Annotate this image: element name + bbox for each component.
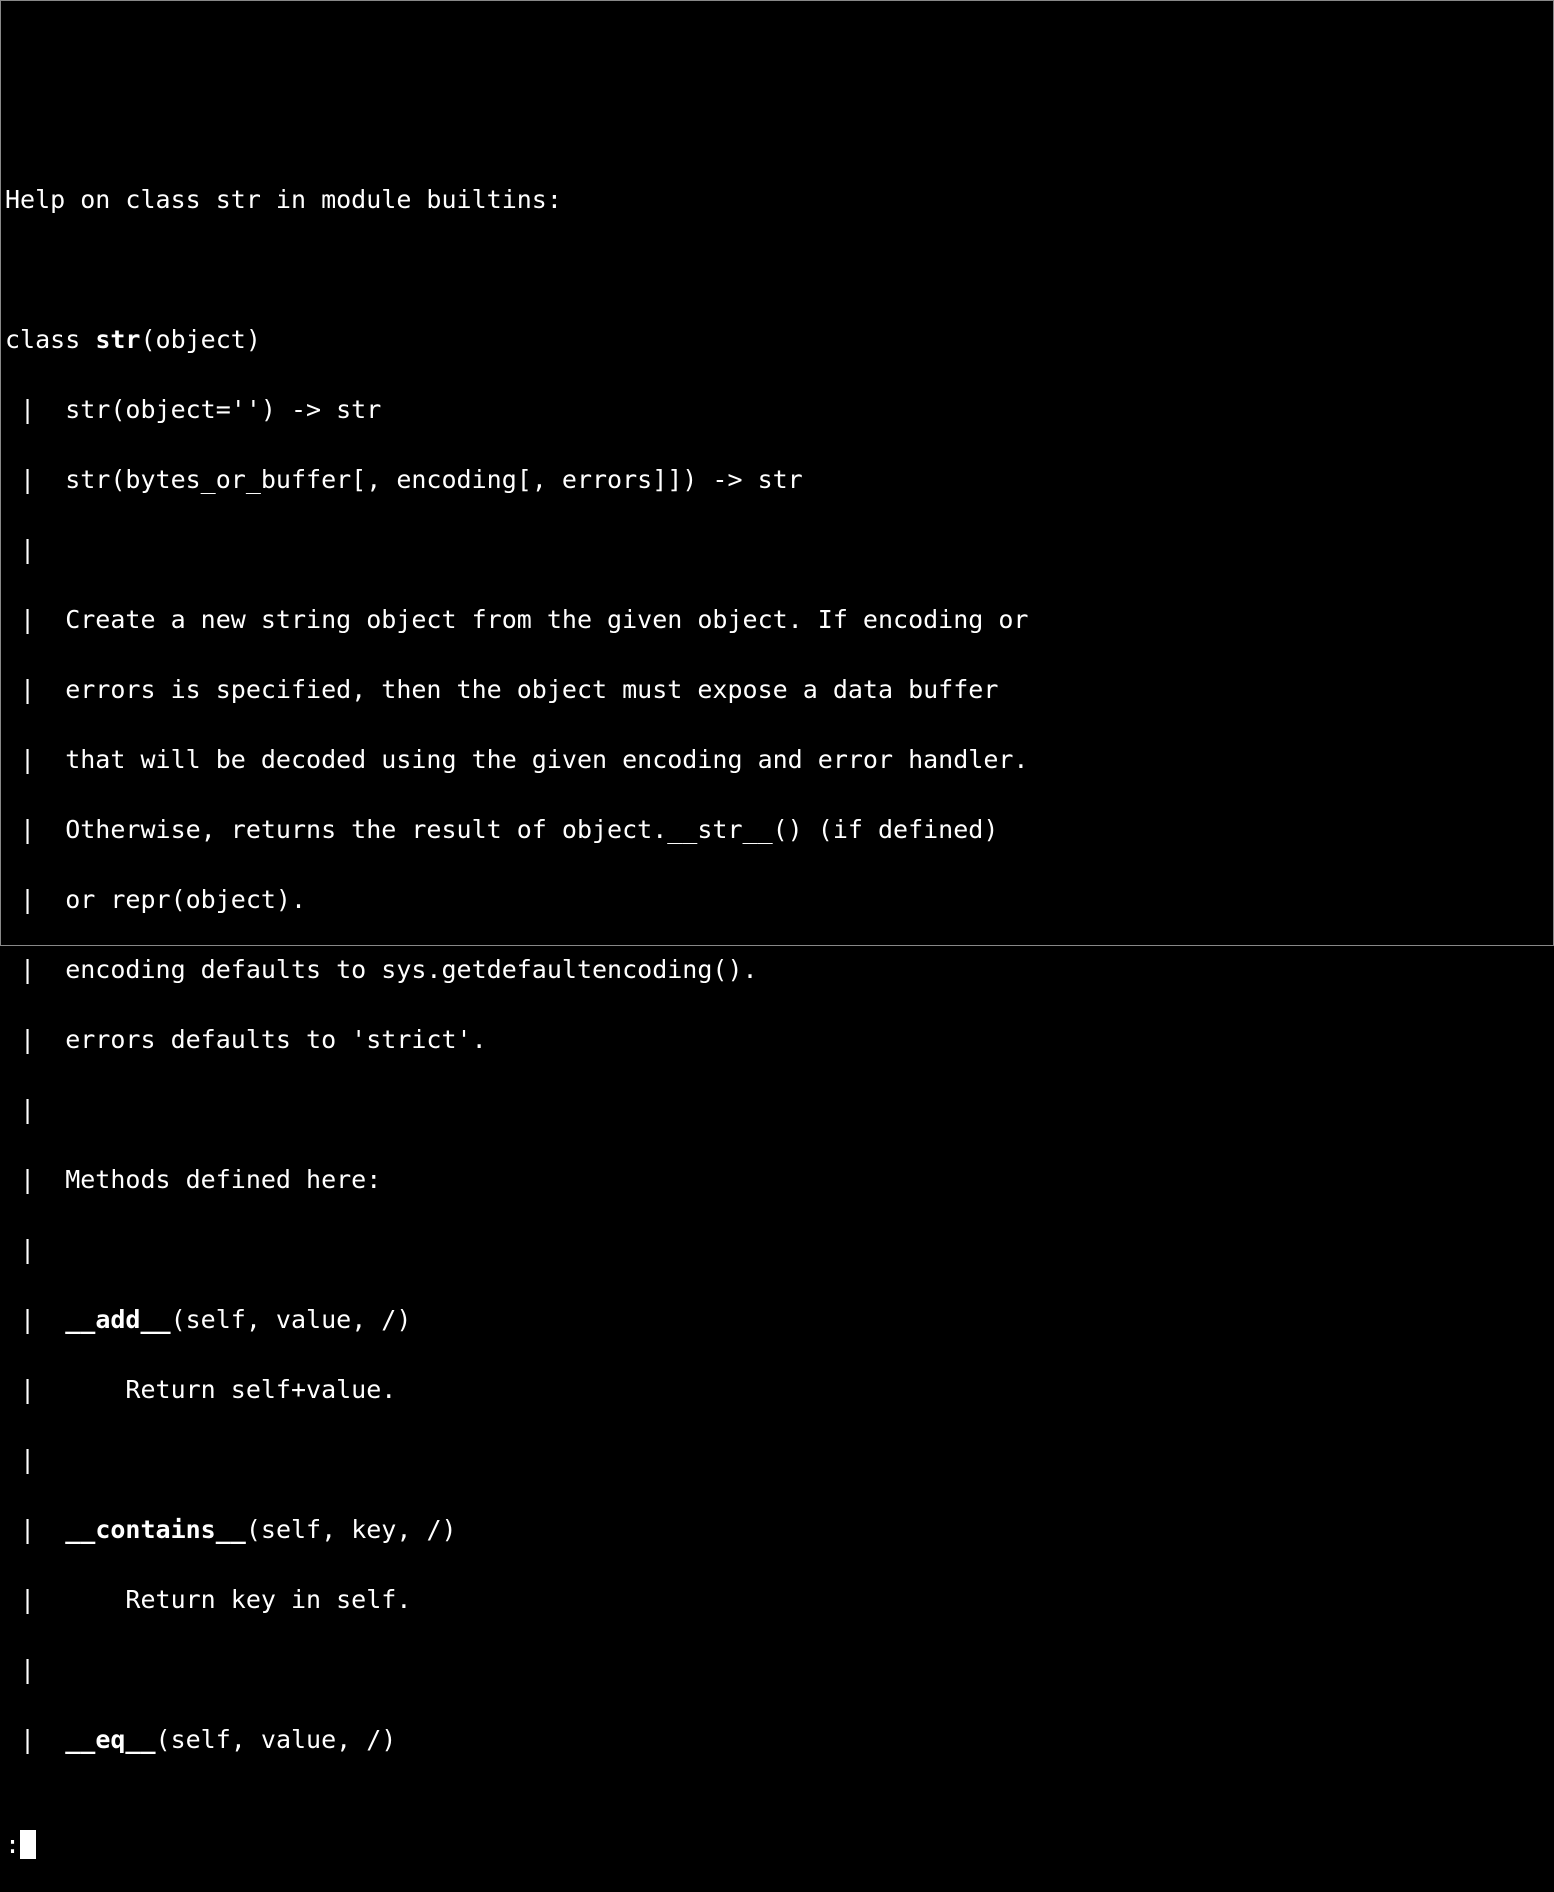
terminal-output: Help on class str in module builtins: cl… — [5, 147, 1549, 1792]
cursor-icon — [20, 1830, 36, 1859]
pipe-line: | — [5, 1652, 1549, 1687]
method-prefix: | — [5, 1725, 65, 1754]
method-add-body: | Return self+value. — [5, 1372, 1549, 1407]
description-line-3: | that will be decoded using the given e… — [5, 742, 1549, 777]
pipe-line: | — [5, 1092, 1549, 1127]
method-contains-bold: __contains__ — [65, 1515, 246, 1544]
signature-line-1: | str(object='') -> str — [5, 392, 1549, 427]
pipe-line: | — [5, 532, 1549, 567]
signature-line-2: | str(bytes_or_buffer[, encoding[, error… — [5, 462, 1549, 497]
method-contains-line: | __contains__(self, key, /) — [5, 1512, 1549, 1547]
method-prefix: | — [5, 1305, 65, 1334]
pager-prompt-colon: : — [5, 1827, 20, 1862]
method-add-bold: __add__ — [65, 1305, 170, 1334]
help-header: Help on class str in module builtins: — [5, 182, 1549, 217]
description-line-7: | errors defaults to 'strict'. — [5, 1022, 1549, 1057]
method-eq-suffix: (self, value, /) — [156, 1725, 397, 1754]
method-contains-suffix: (self, key, /) — [246, 1515, 457, 1544]
pipe-line: | — [5, 1232, 1549, 1267]
method-add-line: | __add__(self, value, /) — [5, 1302, 1549, 1337]
description-line-1: | Create a new string object from the gi… — [5, 602, 1549, 637]
method-prefix: | — [5, 1515, 65, 1544]
method-eq-bold: __eq__ — [65, 1725, 155, 1754]
pipe-line: | — [5, 1442, 1549, 1477]
class-prefix: class — [5, 325, 95, 354]
class-suffix: (object) — [140, 325, 260, 354]
method-add-suffix: (self, value, /) — [171, 1305, 412, 1334]
description-line-6: | encoding defaults to sys.getdefaultenc… — [5, 952, 1549, 987]
class-decl-line: class str(object) — [5, 322, 1549, 357]
blank-line — [5, 252, 1549, 287]
class-name-bold: str — [95, 325, 140, 354]
description-line-5: | or repr(object). — [5, 882, 1549, 917]
description-line-4: | Otherwise, returns the result of objec… — [5, 812, 1549, 847]
methods-header: | Methods defined here: — [5, 1162, 1549, 1197]
pager-prompt-line[interactable]: : — [5, 1827, 1549, 1862]
method-contains-body: | Return key in self. — [5, 1582, 1549, 1617]
method-eq-line: | __eq__(self, value, /) — [5, 1722, 1549, 1757]
description-line-2: | errors is specified, then the object m… — [5, 672, 1549, 707]
